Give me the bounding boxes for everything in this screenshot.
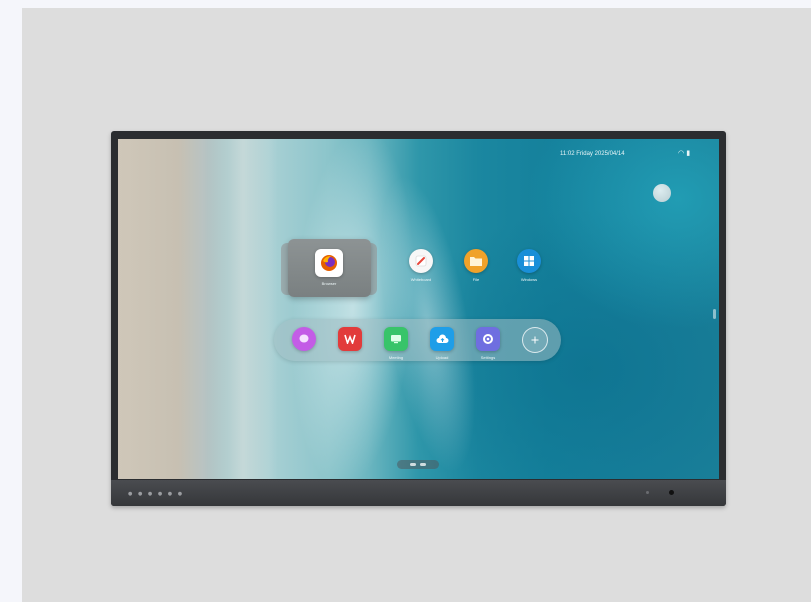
wallpaper-sand	[208, 139, 278, 479]
assistive-ball[interactable]	[653, 184, 671, 202]
plus-icon	[522, 327, 548, 353]
windows-icon	[517, 249, 541, 273]
app-file[interactable]: File	[454, 249, 498, 282]
dock-app-upload[interactable]: Upload	[420, 327, 464, 360]
app-windows[interactable]: Windows	[507, 249, 551, 282]
firefox-icon	[315, 249, 343, 277]
app-label: Browser	[321, 281, 337, 286]
navigation-pill[interactable]	[397, 460, 439, 469]
wifi-icon: ◠	[678, 149, 685, 157]
app-label: Settings	[480, 355, 496, 360]
pen-icon	[409, 249, 433, 273]
dock-app-chat[interactable]	[282, 327, 326, 355]
folder-icon	[464, 249, 488, 273]
app-label: Windows	[520, 277, 538, 282]
wps-icon	[338, 327, 362, 351]
app-whiteboard[interactable]: Whiteboard	[399, 249, 443, 282]
battery-icon: ▮	[686, 149, 691, 157]
app-label: Whiteboard	[410, 277, 432, 282]
nav-dot-right	[420, 463, 426, 466]
dock-app-settings[interactable]: Settings	[466, 327, 510, 360]
bezel-sensor-dots: ● ● ● ● ● ●	[128, 491, 185, 497]
chat-bubble-icon	[292, 327, 316, 351]
power-led	[646, 491, 649, 494]
screen-icon	[384, 327, 408, 351]
app-browser[interactable]: Browser	[307, 249, 351, 286]
app-label: Meeting	[388, 355, 404, 360]
dock-app-meeting[interactable]: Meeting	[374, 327, 418, 360]
app-label: File	[472, 277, 480, 282]
dock-app-wps[interactable]	[328, 327, 372, 355]
side-panel-handle[interactable]	[713, 309, 716, 319]
display-bottom-bezel	[111, 480, 726, 506]
settings-icon	[476, 327, 500, 351]
cloud-upload-icon	[430, 327, 454, 351]
dock-add-button[interactable]	[513, 327, 557, 353]
nav-dot-left	[410, 463, 416, 466]
status-datetime: 11:02 Friday 2025/04/14	[560, 151, 625, 157]
camera-lens	[669, 490, 674, 495]
home-screen: 11:02 Friday 2025/04/14 ◠ ▮ Browser Whit…	[118, 139, 719, 479]
app-label: Upload	[435, 355, 449, 360]
status-icons: ◠ ▮	[678, 149, 690, 157]
